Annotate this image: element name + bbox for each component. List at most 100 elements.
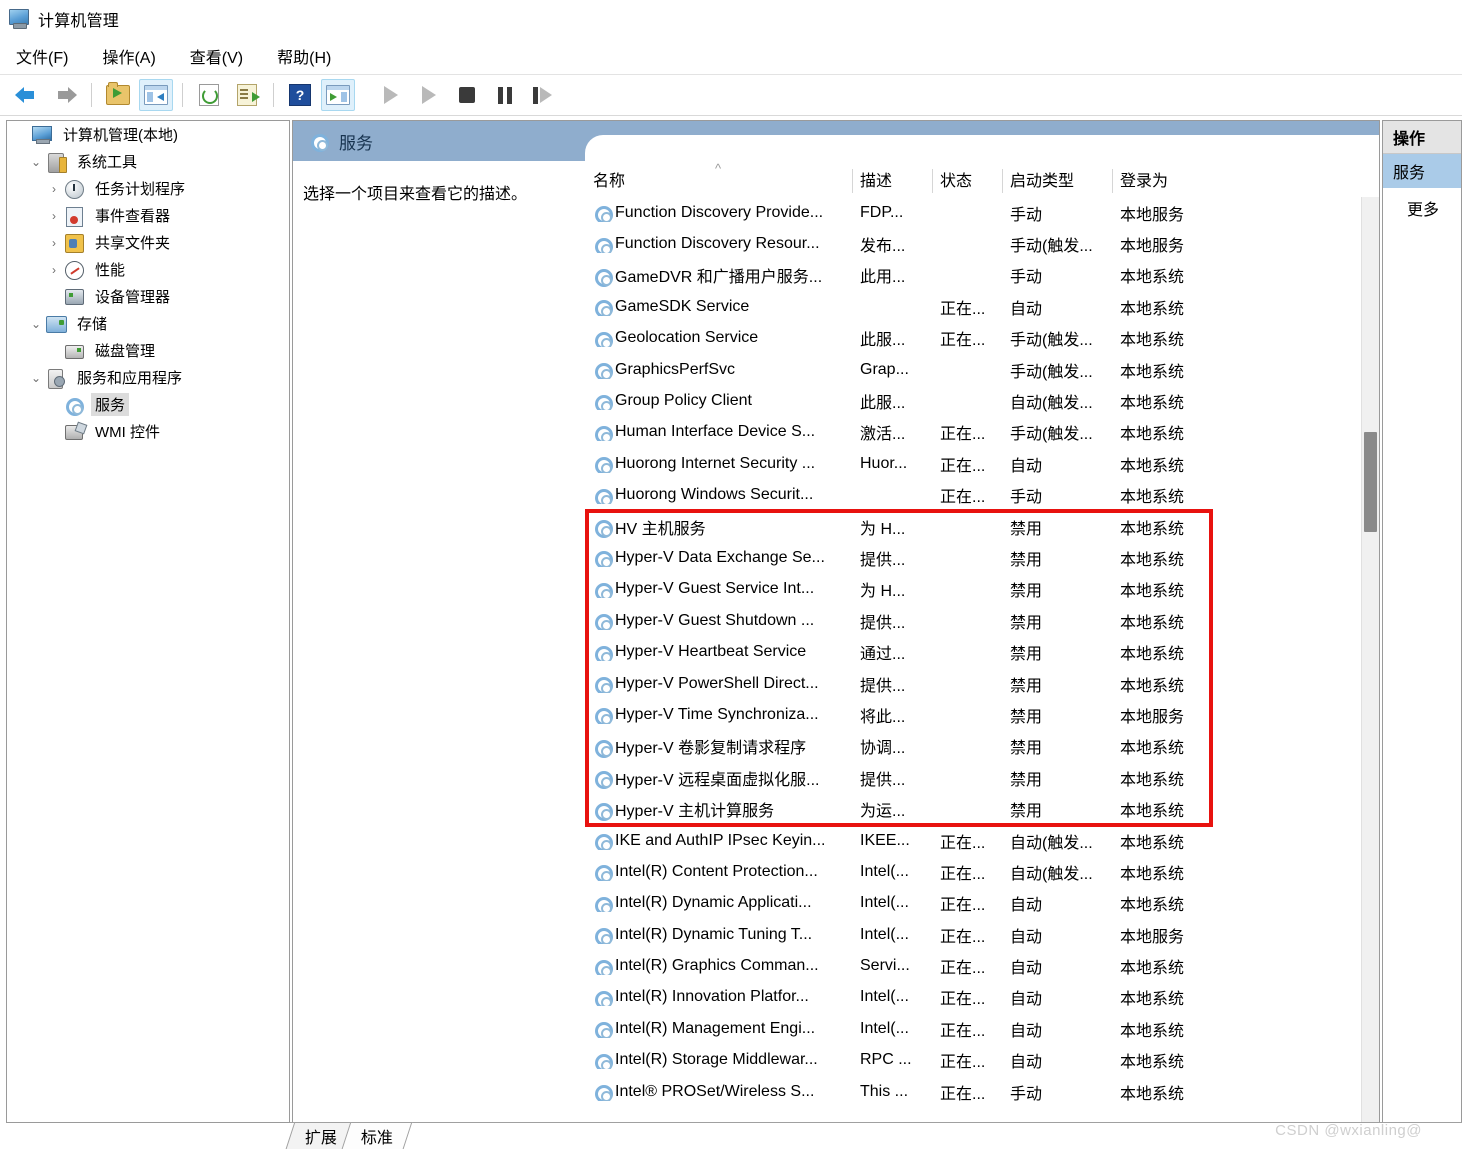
tree-node-5[interactable]: › 性能 xyxy=(7,256,289,283)
service-row[interactable]: Intel(R) Dynamic Applicati... Intel(... 正在… xyxy=(585,888,1379,919)
sort-ascending-icon: ^ xyxy=(715,161,722,176)
export-list-icon[interactable] xyxy=(230,79,264,111)
services-list[interactable]: 名称 ^ 描述 状态 启动类型 登录为 Function Discovery P… xyxy=(585,161,1379,1122)
services-header: 服务 xyxy=(293,121,1379,161)
service-name-label: Intel(R) Management Engi... xyxy=(615,1019,816,1037)
show-hide-action-pane-icon[interactable] xyxy=(321,79,355,111)
tree-node-8[interactable]: 磁盘管理 xyxy=(7,337,289,364)
start-service-icon[interactable] xyxy=(374,79,408,111)
chevron-down-icon[interactable]: ⌄ xyxy=(27,155,45,169)
chevron-down-icon[interactable]: ⌄ xyxy=(27,317,45,331)
service-name-label: Hyper-V 远程桌面虚拟化服... xyxy=(615,771,820,789)
tab-standard[interactable]: 标准 xyxy=(341,1122,413,1149)
service-row[interactable]: Hyper-V 远程桌面虚拟化服... 提供... 禁用 本地系统 xyxy=(585,762,1379,793)
chevron-right-icon[interactable]: › xyxy=(45,209,63,223)
restart-service-icon[interactable] xyxy=(526,79,560,111)
chevron-down-icon[interactable]: ⌄ xyxy=(27,371,45,385)
service-row[interactable]: Huorong Internet Security ... Huor... 正在..… xyxy=(585,448,1379,479)
service-row[interactable]: Hyper-V PowerShell Direct... 提供... 禁用 本地系统 xyxy=(585,668,1379,699)
tree-node-7[interactable]: ⌄ 存储 xyxy=(7,310,289,337)
service-row[interactable]: Intel(R) Graphics Comman... Servi... 正在...… xyxy=(585,950,1379,981)
tree-node-1[interactable]: ⌄ 系统工具 xyxy=(7,148,289,175)
service-row[interactable]: Intel(R) Innovation Platfor... Intel(... 正… xyxy=(585,982,1379,1013)
help-icon[interactable]: ? xyxy=(283,79,317,111)
service-startup-type-cell: 自动 xyxy=(1010,960,1043,978)
service-row[interactable]: Intel(R) Storage Middlewar... RPC ... 正在..… xyxy=(585,1045,1379,1076)
pause-service-icon[interactable] xyxy=(488,79,522,111)
services-rows[interactable]: Function Discovery Provide... FDP... 手动 本地服… xyxy=(585,197,1379,1122)
column-header-log-on-as[interactable]: 登录为 xyxy=(1112,167,1379,197)
service-row[interactable]: Hyper-V Guest Shutdown ... 提供... 禁用 本地系统 xyxy=(585,605,1379,636)
refresh-icon[interactable] xyxy=(192,79,226,111)
menu-help[interactable]: 帮助(H) xyxy=(273,42,335,70)
service-log-on-as-cell: 本地系统 xyxy=(1120,960,1185,978)
resume-service-icon[interactable] xyxy=(412,79,446,111)
service-row[interactable]: Group Policy Client 此服... 自动(触发... 本地系统 xyxy=(585,385,1379,416)
service-row[interactable]: Intel(R) Management Engi... Intel(... 正在..… xyxy=(585,1013,1379,1044)
service-row[interactable]: GameDVR 和广播用户服务... 此用... 手动 本地系统 xyxy=(585,260,1379,291)
tree-node-4[interactable]: › 共享文件夹 xyxy=(7,229,289,256)
back-arrow-icon[interactable] xyxy=(10,79,44,111)
column-header-startup-type[interactable]: 启动类型 xyxy=(1002,167,1112,197)
service-row[interactable]: GameSDK Service 正在... 自动 本地系统 xyxy=(585,291,1379,322)
tree-node-11[interactable]: WMI 控件 xyxy=(7,418,289,445)
tree-node-10[interactable]: 服务 xyxy=(7,391,289,418)
service-row[interactable]: Hyper-V Time Synchroniza... 将此... 禁用 本地服务 xyxy=(585,699,1379,730)
chevron-right-icon[interactable]: › xyxy=(45,263,63,277)
menu-view[interactable]: 查看(V) xyxy=(186,42,247,70)
actions-pane-services-item[interactable]: 服务 xyxy=(1383,154,1461,188)
column-header-description[interactable]: 描述 xyxy=(852,167,932,197)
service-row[interactable]: Hyper-V 卷影复制请求程序 协调... 禁用 本地系统 xyxy=(585,731,1379,762)
service-row[interactable]: HV 主机服务 为 H... 禁用 本地系统 xyxy=(585,511,1379,542)
chevron-right-icon[interactable]: › xyxy=(45,236,63,250)
tree-node-2[interactable]: › 任务计划程序 xyxy=(7,175,289,202)
service-status-cell: 正在... xyxy=(940,426,986,444)
service-name-cell: GameSDK Service xyxy=(585,298,852,316)
menu-file[interactable]: 文件(F) xyxy=(12,42,72,70)
actions-pane-more-item[interactable]: 更多 xyxy=(1383,188,1461,220)
service-startup-type-cell: 禁用 xyxy=(1010,646,1043,664)
service-name-cell: Hyper-V 主机计算服务 xyxy=(585,797,852,821)
system-tools-icon xyxy=(45,152,67,173)
chevron-right-icon[interactable]: › xyxy=(45,182,63,196)
column-header-name[interactable]: 名称 ^ xyxy=(585,161,852,197)
forward-arrow-icon[interactable] xyxy=(48,79,82,111)
service-log-on-as-cell: 本地系统 xyxy=(1120,583,1185,601)
service-row[interactable]: Intel® PROSet/Wireless S... This ... 正在...… xyxy=(585,1076,1379,1107)
service-name-cell: GameDVR 和广播用户服务... xyxy=(585,263,852,287)
up-folder-icon[interactable] xyxy=(101,79,135,111)
service-description-cell: Intel(... xyxy=(860,894,909,912)
service-row[interactable]: Hyper-V Heartbeat Service 通过... 禁用 本地系统 xyxy=(585,636,1379,667)
service-startup-type-cell: 禁用 xyxy=(1010,520,1043,538)
show-hide-console-tree-icon[interactable] xyxy=(139,79,173,111)
vertical-scrollbar[interactable] xyxy=(1361,197,1379,1122)
service-row[interactable]: Intel(R) Dynamic Tuning T... Intel(... 正在.… xyxy=(585,919,1379,950)
service-row[interactable]: Function Discovery Resour... 发布... 手动(触发..… xyxy=(585,228,1379,259)
tree-node-6[interactable]: 设备管理器 xyxy=(7,283,289,310)
tree-node-0[interactable]: 计算机管理(本地) xyxy=(7,121,289,148)
service-row[interactable]: Huorong Windows Securit... 正在... 手动 本地系统 xyxy=(585,480,1379,511)
service-row[interactable]: Human Interface Device S... 激活... 正在... 手动(… xyxy=(585,417,1379,448)
menu-action[interactable]: 操作(A) xyxy=(98,42,159,70)
tab-extended-label: 扩展 xyxy=(304,1130,337,1147)
stop-service-icon[interactable] xyxy=(450,79,484,111)
console-tree[interactable]: 计算机管理(本地) ⌄ 系统工具 › 任务计划程序 › 事件查看器 › 共享文件夹 › 性能 设备管理… xyxy=(6,120,290,1123)
service-row[interactable]: Hyper-V Guest Service Int... 为 H... 禁用 本地系统 xyxy=(585,574,1379,605)
service-row[interactable]: Function Discovery Provide... FDP... 手动 本地服… xyxy=(585,197,1379,228)
service-row[interactable]: Hyper-V Data Exchange Se... 提供... 禁用 本地系统 xyxy=(585,542,1379,573)
scrollbar-thumb[interactable] xyxy=(1364,432,1377,532)
service-log-on-as-cell: 本地系统 xyxy=(1120,834,1185,852)
service-row[interactable]: GraphicsPerfSvc Grap... 手动(触发... 本地系统 xyxy=(585,354,1379,385)
service-row[interactable]: Geolocation Service 此服... 正在... 手动(触发... 本地系… xyxy=(585,323,1379,354)
service-row[interactable]: Intel(R) Content Protection... Intel(... 正… xyxy=(585,856,1379,887)
service-name-label: Hyper-V PowerShell Direct... xyxy=(615,674,819,692)
service-gear-icon xyxy=(593,424,613,442)
service-row[interactable]: IKE and AuthIP IPsec Keyin... IKEE... 正在..… xyxy=(585,825,1379,856)
services-icon xyxy=(63,395,85,416)
tree-node-3[interactable]: › 事件查看器 xyxy=(7,202,289,229)
service-row[interactable]: Hyper-V 主机计算服务 为运... 禁用 本地系统 xyxy=(585,793,1379,824)
service-description-cell: 将此... xyxy=(860,708,906,726)
column-header-status[interactable]: 状态 xyxy=(932,167,1002,197)
tree-node-9[interactable]: ⌄ 服务和应用程序 xyxy=(7,364,289,391)
service-name-label: Huorong Internet Security ... xyxy=(615,454,816,472)
